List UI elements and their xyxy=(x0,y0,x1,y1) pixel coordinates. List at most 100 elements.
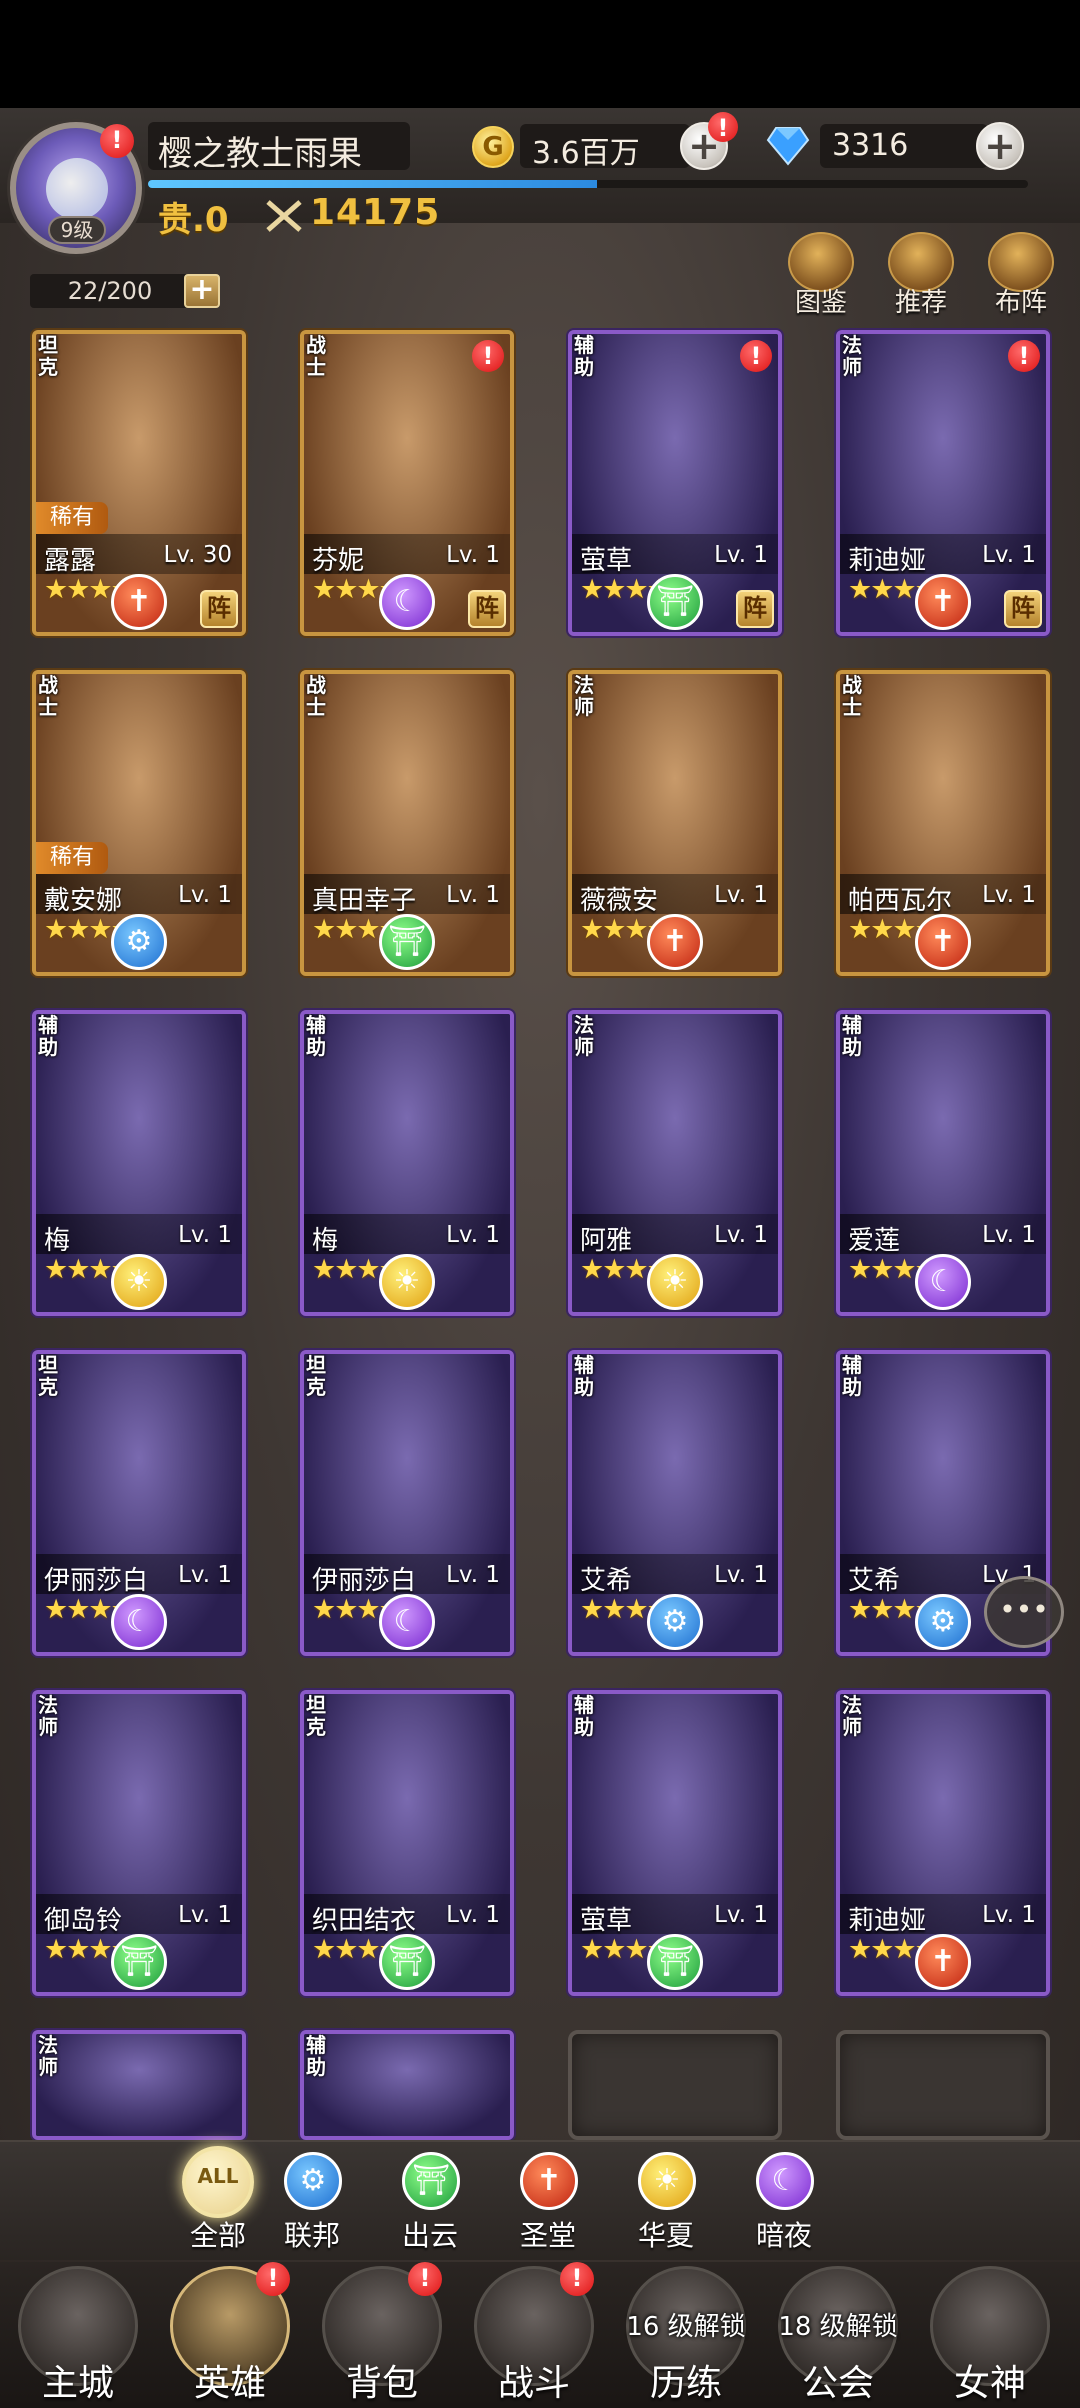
hero-card[interactable]: 法师薇薇安 Lv. 1 ★★★★★ ✝ xyxy=(568,670,782,976)
faction-chuyun-icon: ⛩ xyxy=(379,1934,435,1990)
hero-card[interactable]: 坦克稀有 露露 Lv. 30 ★★★★★ ✝ 阵 xyxy=(32,330,246,636)
hero-level: Lv. 1 xyxy=(714,1562,768,1588)
faction-lianbang-icon: ⚙ xyxy=(647,1594,703,1650)
hero-card[interactable]: 辅助 xyxy=(300,2030,514,2140)
hero-role-tag: 辅助 xyxy=(38,1013,58,1059)
faction-anye-icon: ☾ xyxy=(111,1594,167,1650)
hero-grid: 坦克稀有露露Lv. 30★★★★★✝阵战士芬妮Lv. 1★★★★☾阵辅助萤草Lv… xyxy=(0,0,1080,2408)
hero-card[interactable]: 法师阿雅 Lv. 1 ★★★★ ☀ xyxy=(568,1010,782,1316)
nav-alert-badge xyxy=(560,2262,594,2296)
hero-level: Lv. 1 xyxy=(714,1222,768,1248)
nav-label: 历练 xyxy=(649,2363,722,2404)
faction-chuyun-icon: ⛩ xyxy=(379,914,435,970)
hero-name: 伊丽莎白 xyxy=(312,1566,417,1596)
in-formation-badge: 阵 xyxy=(200,590,238,628)
nav-label: 英雄 xyxy=(193,2363,266,2404)
nav-crossed-swords[interactable]: 战斗 xyxy=(464,2262,604,2406)
hero-card[interactable]: 法师莉迪娅 Lv. 1 ★★★★ ✝ xyxy=(836,1690,1050,1996)
hero-card[interactable]: 法师 xyxy=(32,2030,246,2140)
hero-card[interactable]: 辅助梅 Lv. 1 ★★★★ ☀ xyxy=(32,1010,246,1316)
hero-alert-badge xyxy=(472,340,504,372)
hero-name: 萤草 xyxy=(580,546,633,576)
hero-card[interactable]: 战士稀有 戴安娜 Lv. 1 ★★★★★ ⚙ xyxy=(32,670,246,976)
faction-anye-icon: ☾ xyxy=(379,1594,435,1650)
hero-card[interactable]: 辅助爱莲 Lv. 1 ★★★★ ☾ xyxy=(836,1010,1050,1316)
faction-chuyun-icon: ⛩ xyxy=(647,1934,703,1990)
filter-label: 暗夜 xyxy=(755,2219,812,2252)
hero-alert-badge xyxy=(1008,340,1040,372)
faction-chuyun-icon: ⛩ xyxy=(647,574,703,630)
filter-chuyun[interactable]: ⛩ 出云 xyxy=(380,2152,480,2252)
hero-role-tag: 战士 xyxy=(306,333,326,379)
hero-role-tag: 战士 xyxy=(38,673,58,719)
empty-hero-slot xyxy=(836,2030,1050,2140)
filter-anye[interactable]: ☾ 暗夜 xyxy=(734,2152,834,2252)
filter-label: 出云 xyxy=(401,2219,458,2252)
chat-bubble-icon[interactable]: ••• xyxy=(984,1576,1064,1648)
hero-role-tag: 坦克 xyxy=(306,1353,326,1399)
filter-shengtang[interactable]: ✝ 圣堂 xyxy=(498,2152,598,2252)
in-formation-badge: 阵 xyxy=(468,590,506,628)
hero-role-tag: 坦克 xyxy=(38,333,58,379)
hero-role-tag: 法师 xyxy=(842,333,862,379)
hero-role-tag: 辅助 xyxy=(842,1353,862,1399)
hero-role-tag: 辅助 xyxy=(306,1013,326,1059)
torii-gate-icon: ⛩ xyxy=(402,2152,460,2210)
in-formation-badge: 阵 xyxy=(736,590,774,628)
faction-shengtang-icon: ✝ xyxy=(915,1934,971,1990)
hero-card[interactable]: 战士芬妮Lv. 1★★★★☾阵 xyxy=(300,330,514,636)
hero-role-tag: 辅助 xyxy=(842,1013,862,1059)
faction-chuyun-icon: ⛩ xyxy=(111,1934,167,1990)
hero-name: 艾希 xyxy=(580,1566,633,1596)
hero-card[interactable]: 坦克伊丽莎白 Lv. 1 ★★★★ ☾ xyxy=(32,1350,246,1656)
nav-castle[interactable]: 主城 xyxy=(8,2266,148,2406)
faction-anye-icon: ☾ xyxy=(379,574,435,630)
filter-huaxia[interactable]: ☀ 华夏 xyxy=(616,2152,716,2252)
nav-map-pin[interactable]: 16 级解锁 历练 xyxy=(616,2266,756,2406)
nav-label: 主城 xyxy=(41,2363,114,2404)
faction-lianbang-icon: ⚙ xyxy=(111,914,167,970)
hero-name: 戴安娜 xyxy=(44,886,123,916)
hero-level: Lv. 1 xyxy=(714,542,768,568)
hero-card[interactable]: 战士真田幸子 Lv. 1 ★★★★★ ⛩ xyxy=(300,670,514,976)
filter-label: 圣堂 xyxy=(519,2219,576,2252)
hero-card[interactable]: 法师莉迪娅Lv. 1★★★★✝阵 xyxy=(836,330,1050,636)
unlock-requirement: 18 级解锁 xyxy=(778,2312,898,2342)
hero-card[interactable]: 坦克伊丽莎白 Lv. 1 ★★★★ ☾ xyxy=(300,1350,514,1656)
hero-card[interactable]: 战士帕西瓦尔 Lv. 1 ★★★★★ ✝ xyxy=(836,670,1050,976)
hero-role-tag: 坦克 xyxy=(38,1353,58,1399)
hero-level: Lv. 1 xyxy=(178,1562,232,1588)
hero-card[interactable]: 辅助艾希 Lv. 1 ★★★★ ⚙ xyxy=(568,1350,782,1656)
rarity-tag: 稀有 xyxy=(36,502,108,534)
hero-level: Lv. 30 xyxy=(163,542,232,568)
faction-huaxia-icon: ☀ xyxy=(379,1254,435,1310)
hero-card[interactable]: 辅助萤草 Lv. 1 ★★★★ ⛩ xyxy=(568,1690,782,1996)
hero-name: 帕西瓦尔 xyxy=(848,886,953,916)
filter-label: 华夏 xyxy=(637,2219,694,2252)
hero-name: 芬妮 xyxy=(312,546,365,576)
hero-card[interactable]: 辅助梅 Lv. 1 ★★★★ ☀ xyxy=(300,1010,514,1316)
hero-role-tag: 战士 xyxy=(306,673,326,719)
rarity-tag: 稀有 xyxy=(36,842,108,874)
hero-card[interactable]: 法师御岛铃 Lv. 1 ★★★★ ⛩ xyxy=(32,1690,246,1996)
all-icon: ALL xyxy=(182,2146,254,2218)
app-root: 9级 樱之教士雨果 G 3.6百万 + 3316 + 贵.0 14175 22/… xyxy=(0,0,1080,2408)
nav-hooded-hero[interactable]: 英雄 xyxy=(160,2262,300,2406)
faction-huaxia-icon: ☀ xyxy=(111,1254,167,1310)
sun-swirl-icon: ☀ xyxy=(638,2152,696,2210)
nav-backpack[interactable]: 背包 xyxy=(312,2262,452,2406)
hero-name: 萤草 xyxy=(580,1906,633,1936)
hero-card[interactable]: 坦克织田结衣 Lv. 1 ★★★★ ⛩ xyxy=(300,1690,514,1996)
hero-name: 梅 xyxy=(44,1226,71,1256)
hero-level: Lv. 1 xyxy=(446,882,500,908)
hero-card[interactable]: 辅助萤草Lv. 1★★★★⛩阵 xyxy=(568,330,782,636)
nav-goddess[interactable]: 女神 xyxy=(920,2266,1060,2406)
crescent-moon-icon: ☾ xyxy=(756,2152,814,2210)
hero-role-tag: 坦克 xyxy=(306,1693,326,1739)
nav-guild-crest[interactable]: 18 级解锁 公会 xyxy=(768,2266,908,2406)
hero-name: 阿雅 xyxy=(580,1226,633,1256)
filter-lianbang[interactable]: ⚙ 联邦 xyxy=(262,2152,362,2252)
filter-all[interactable]: ALL 全部 xyxy=(168,2146,268,2252)
hero-name: 织田结衣 xyxy=(312,1906,417,1936)
hero-name: 真田幸子 xyxy=(312,886,417,916)
